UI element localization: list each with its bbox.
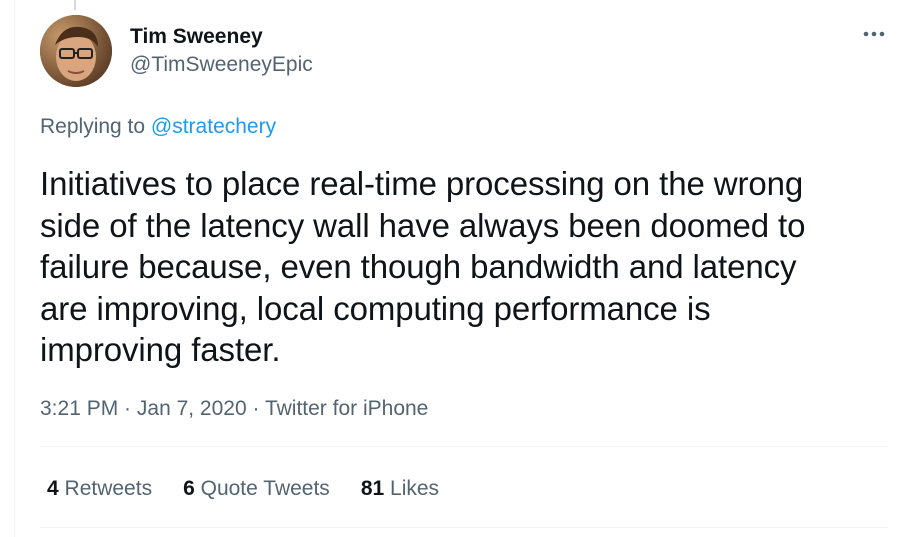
author-handle[interactable]: @TimSweeneyEpic — [130, 50, 313, 80]
tweet-stats: 4 Retweets 6 Quote Tweets 81 Likes — [47, 476, 439, 502]
more-options-button[interactable] — [860, 24, 888, 44]
quote-tweets-label: Quote Tweets — [200, 477, 330, 500]
meta-separator: · — [118, 397, 137, 420]
likes-count: 81 — [360, 477, 385, 500]
tweet-detail: Tim Sweeney @TimSweeneyEpic Replying to … — [0, 0, 918, 537]
profile-photo-icon — [40, 15, 112, 87]
divider — [40, 446, 888, 447]
more-dots-icon — [863, 31, 885, 37]
avatar[interactable] — [40, 15, 112, 87]
replying-to-label: Replying to — [40, 115, 146, 138]
tweet-metadata: 3:21 PM · Jan 7, 2020 · Twitter for iPho… — [40, 396, 428, 422]
likes-stat-link[interactable]: 81 Likes — [361, 476, 439, 502]
tweet-date-link[interactable]: Jan 7, 2020 — [137, 397, 247, 420]
tweet-text-line: improving faster. — [40, 331, 281, 368]
retweets-label: Retweets — [64, 477, 153, 500]
replying-to: Replying to @stratechery — [40, 114, 276, 140]
author-display-name[interactable]: Tim Sweeney — [130, 24, 313, 50]
retweets-count: 4 — [47, 477, 59, 500]
divider — [40, 527, 888, 528]
column-border — [14, 0, 15, 537]
tweet-text-line: Initiatives to place real-time processin… — [40, 165, 804, 202]
retweets-stat-link[interactable]: 4 Retweets — [47, 476, 152, 502]
tweet-text: Initiatives to place real-time processin… — [40, 163, 890, 371]
tweet-text-line: side of the latency wall have always bee… — [40, 206, 806, 244]
meta-separator: · — [246, 397, 265, 420]
replying-to-mention-link[interactable]: @stratechery — [151, 115, 276, 138]
tweet-time-link[interactable]: 3:21 PM — [40, 397, 118, 420]
quote-tweets-count: 6 — [183, 477, 195, 500]
tweet-text-line: failure because, even though bandwidth a… — [40, 248, 797, 285]
thread-connector-line — [74, 0, 76, 10]
tweet-source-link[interactable]: Twitter for iPhone — [265, 397, 428, 420]
tweet-text-line: are improving, local computing performan… — [40, 289, 711, 327]
likes-label: Likes — [390, 477, 440, 500]
quote-tweets-stat-link[interactable]: 6 Quote Tweets — [183, 476, 330, 502]
tweet-header: Tim Sweeney @TimSweeneyEpic — [130, 24, 313, 80]
